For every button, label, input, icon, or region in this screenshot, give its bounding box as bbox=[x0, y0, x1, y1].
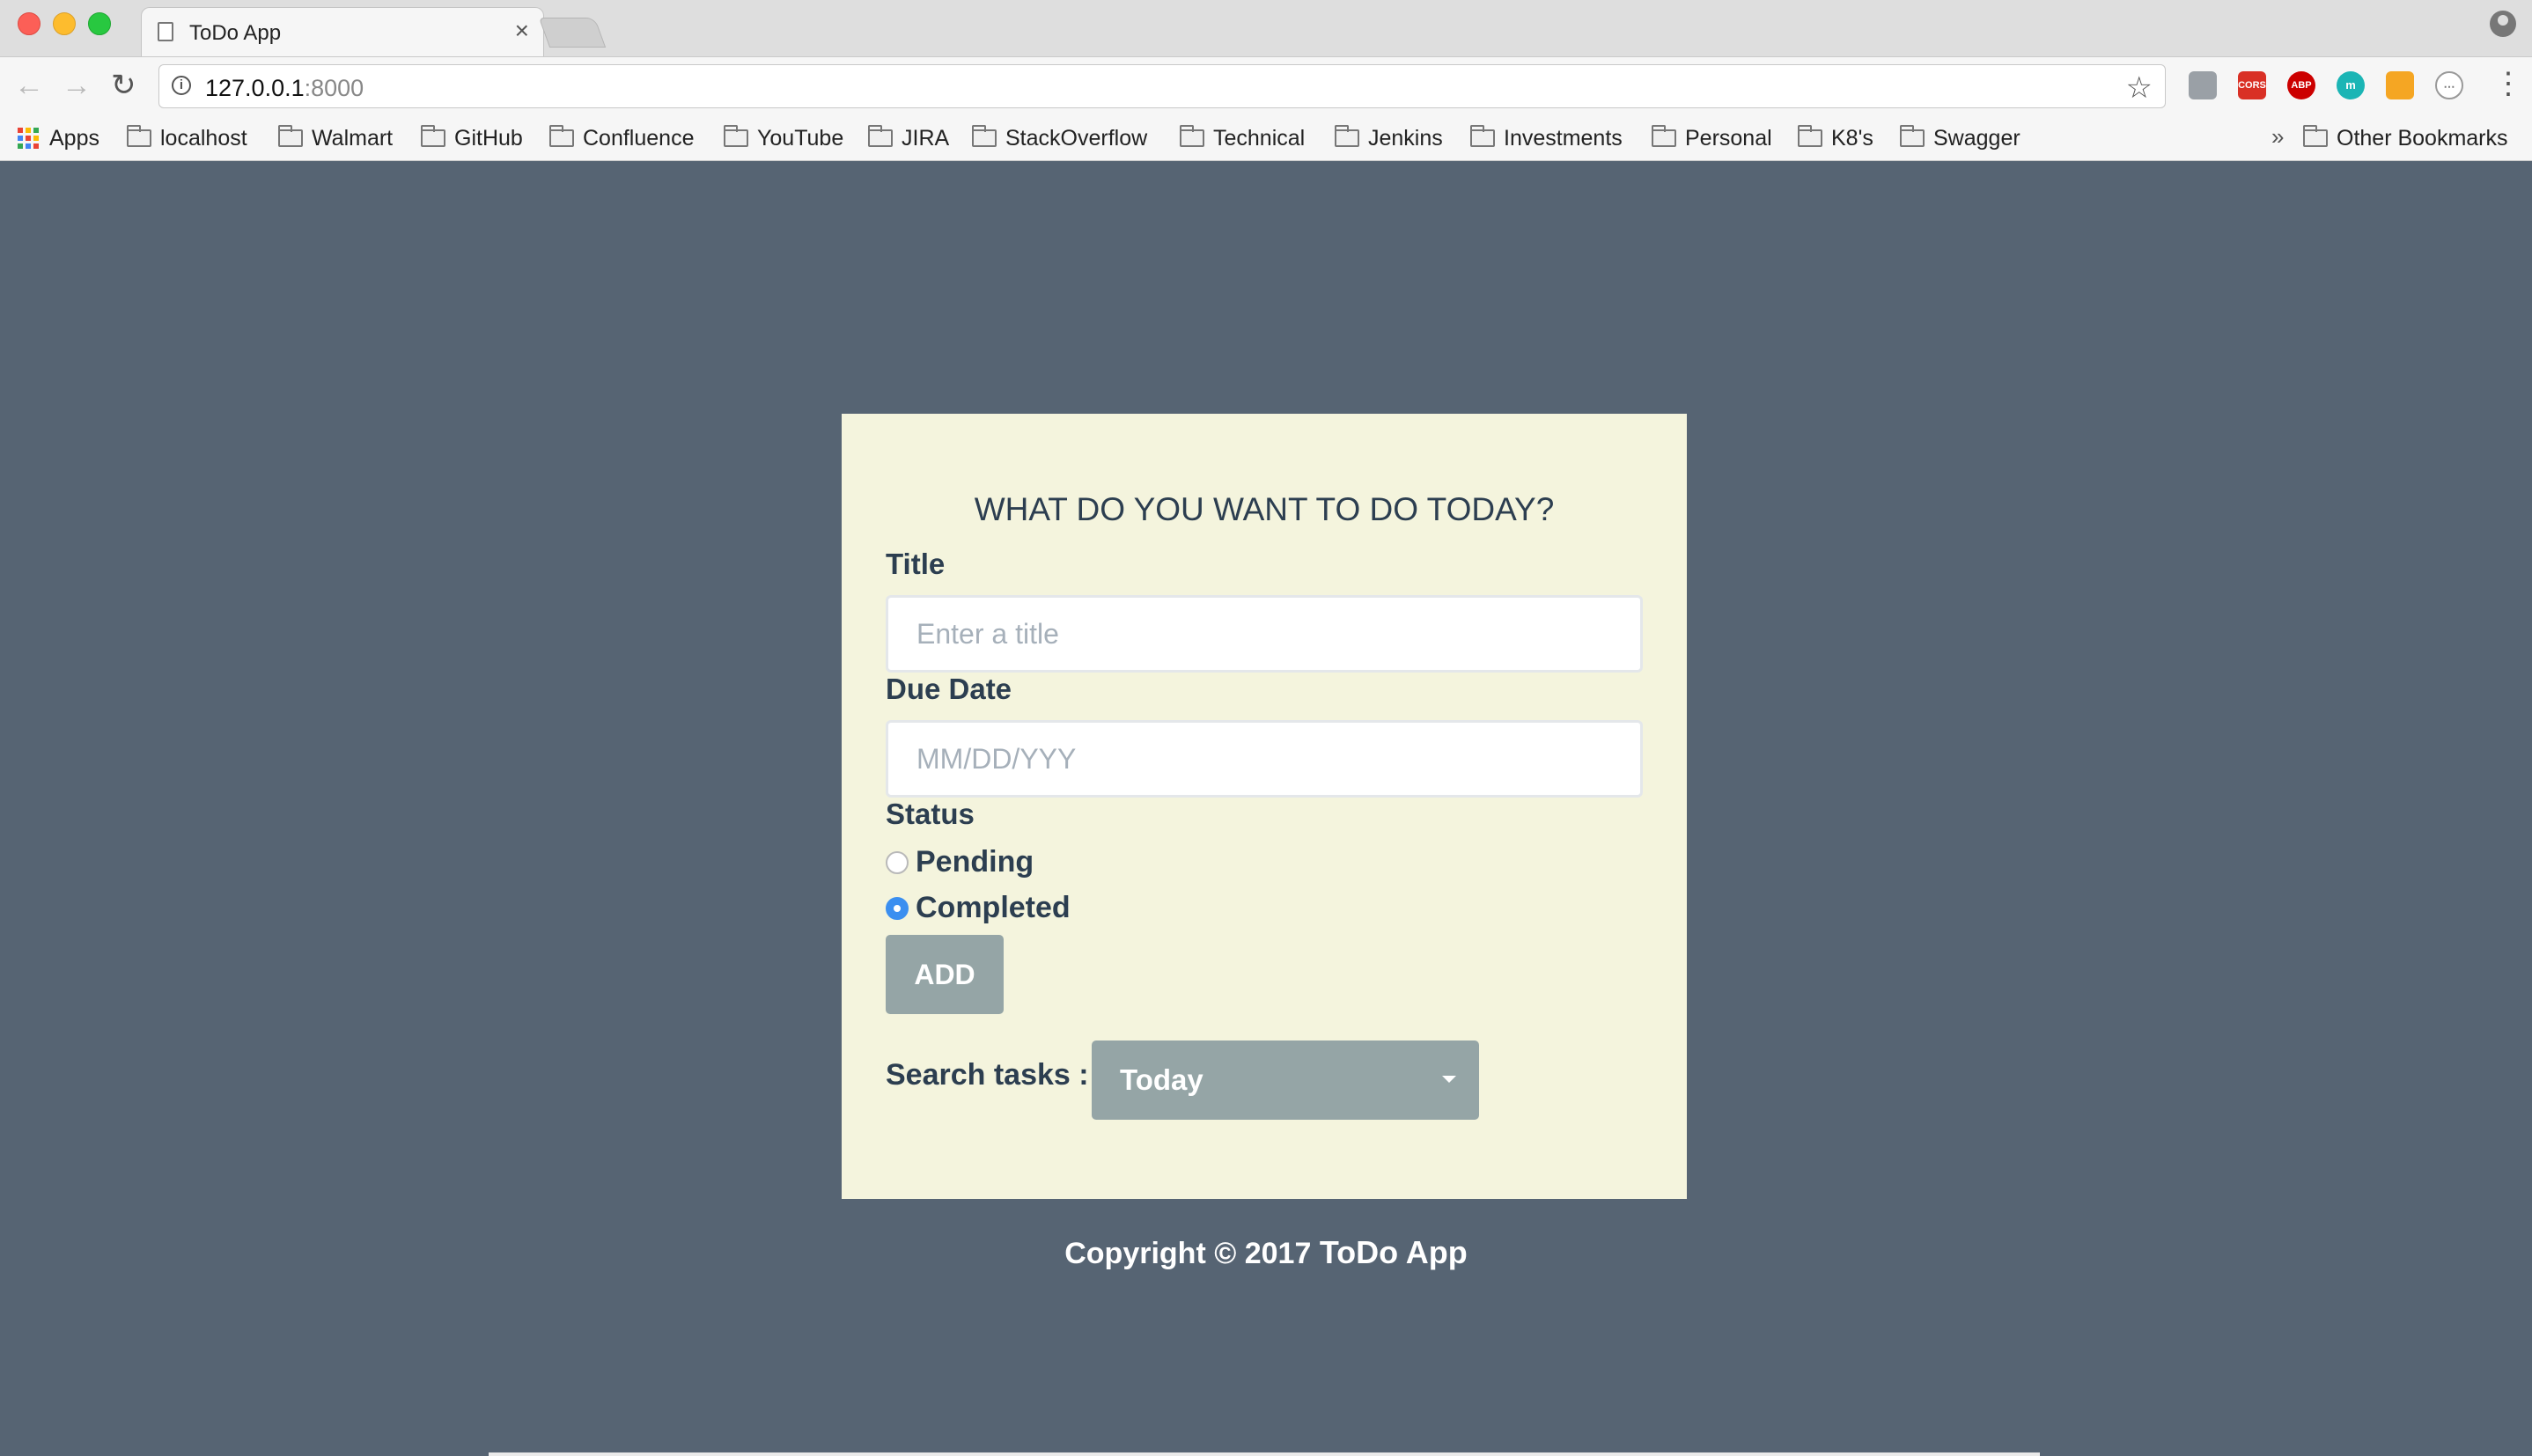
bookmark-localhost[interactable]: localhost bbox=[127, 122, 247, 154]
profile-icon[interactable] bbox=[2490, 11, 2516, 37]
page-icon bbox=[158, 22, 173, 41]
bookmark-technical[interactable]: Technical bbox=[1180, 122, 1305, 154]
bookmark-youtube[interactable]: YouTube bbox=[724, 122, 843, 154]
bookmark-label: Swagger bbox=[1933, 125, 2020, 151]
address-bar[interactable]: i 127.0.0.1:8000 ☆ bbox=[158, 64, 2166, 108]
folder-icon bbox=[868, 125, 893, 147]
bookmark-stackoverflow[interactable]: StackOverflow bbox=[972, 122, 1147, 154]
pending-label: Pending bbox=[916, 845, 1034, 879]
forward-arrow-icon[interactable]: → bbox=[62, 70, 92, 101]
selected-filter: Today bbox=[1120, 1063, 1203, 1096]
url-text: 127.0.0.1:8000 bbox=[205, 75, 364, 102]
folder-icon bbox=[724, 125, 748, 147]
bookmark-label: StackOverflow bbox=[1005, 125, 1148, 151]
browser-titlebar: ToDo App × bbox=[0, 0, 2532, 56]
bookmark-walmart[interactable]: Walmart bbox=[278, 122, 393, 154]
bookmark-label: Technical bbox=[1213, 125, 1306, 151]
status-label: Status bbox=[886, 798, 975, 830]
folder-icon bbox=[1470, 125, 1495, 147]
browser-toolbar: ← → ↻ i 127.0.0.1:8000 ☆ CORS ABP m ⋯ ⋮ bbox=[0, 56, 2532, 117]
bookmark-apps[interactable]: Apps bbox=[18, 122, 99, 154]
search-tasks-label: Search tasks : bbox=[886, 1058, 1089, 1092]
minimize-window-button[interactable] bbox=[53, 12, 76, 35]
bookmark-jenkins[interactable]: Jenkins bbox=[1335, 122, 1443, 154]
bookmark-investments[interactable]: Investments bbox=[1470, 122, 1623, 154]
bookmark-label: Confluence bbox=[583, 125, 695, 151]
bookmark-label: Walmart bbox=[312, 125, 394, 151]
extension-icon-5[interactable] bbox=[2386, 71, 2414, 99]
pending-radio[interactable] bbox=[886, 850, 909, 874]
close-window-button[interactable] bbox=[18, 12, 40, 35]
maximize-window-button[interactable] bbox=[88, 12, 111, 35]
bookmarks-bar: Apps localhost Walmart GitHub Confluence… bbox=[0, 116, 2532, 161]
adblock-extension-icon[interactable]: ABP bbox=[2287, 71, 2315, 99]
todo-form-card: WHAT DO YOU WANT TO DO TODAY? Title Due … bbox=[842, 414, 1687, 1199]
apps-grid-icon bbox=[18, 128, 39, 149]
folder-icon bbox=[1900, 125, 1925, 147]
bookmark-confluence[interactable]: Confluence bbox=[549, 122, 694, 154]
url-port: :8000 bbox=[304, 75, 364, 101]
window-bottom-edge bbox=[489, 1452, 2040, 1456]
extension-icon-4[interactable]: m bbox=[2337, 71, 2365, 99]
completed-radio[interactable] bbox=[886, 896, 909, 920]
title-input[interactable] bbox=[886, 595, 1643, 673]
footer-brand: ToDo App bbox=[1319, 1234, 1468, 1270]
title-label: Title bbox=[886, 548, 946, 580]
folder-icon bbox=[2303, 125, 2328, 147]
copyright-text: Copyright © 2017 bbox=[1064, 1237, 1320, 1270]
folder-icon bbox=[1335, 125, 1359, 147]
bookmark-label: Other Bookmarks bbox=[2337, 125, 2508, 151]
bookmark-swagger[interactable]: Swagger bbox=[1900, 122, 2020, 154]
status-option-completed[interactable]: Completed bbox=[886, 891, 1071, 925]
due-date-input[interactable] bbox=[886, 720, 1643, 798]
reload-icon[interactable]: ↻ bbox=[111, 70, 136, 101]
bookmark-personal[interactable]: Personal bbox=[1652, 122, 1772, 154]
folder-icon bbox=[421, 125, 445, 147]
bookmark-label: K8's bbox=[1831, 125, 1873, 151]
other-bookmarks[interactable]: Other Bookmarks bbox=[2303, 122, 2508, 154]
bookmark-k8s[interactable]: K8's bbox=[1798, 122, 1873, 154]
tab-title: ToDo App bbox=[189, 21, 282, 45]
bookmark-label: Personal bbox=[1685, 125, 1772, 151]
tab-close-icon[interactable]: × bbox=[515, 18, 529, 43]
bookmark-jira[interactable]: JIRA bbox=[868, 122, 949, 154]
add-button[interactable]: ADD bbox=[886, 935, 1004, 1014]
browser-tab-active[interactable]: ToDo App × bbox=[141, 7, 544, 56]
folder-icon bbox=[278, 125, 303, 147]
footer: Copyright © 2017 ToDo App bbox=[0, 1234, 2532, 1271]
bookmark-label: Apps bbox=[49, 125, 99, 151]
folder-icon bbox=[1652, 125, 1676, 147]
bookmark-label: JIRA bbox=[902, 125, 950, 151]
bookmark-github[interactable]: GitHub bbox=[421, 122, 523, 154]
folder-icon bbox=[1798, 125, 1822, 147]
completed-label: Completed bbox=[916, 891, 1071, 924]
status-option-pending[interactable]: Pending bbox=[886, 845, 1034, 879]
cors-extension-icon[interactable]: CORS bbox=[2238, 71, 2266, 99]
back-arrow-icon[interactable]: ← bbox=[14, 70, 44, 101]
bookmark-label: Jenkins bbox=[1368, 125, 1443, 151]
bookmark-label: GitHub bbox=[454, 125, 523, 151]
url-host: 127.0.0.1 bbox=[205, 75, 305, 101]
info-icon[interactable]: i bbox=[172, 76, 191, 95]
folder-icon bbox=[549, 125, 574, 147]
browser-menu-icon[interactable]: ⋮ bbox=[2493, 68, 2523, 99]
bookmark-label: YouTube bbox=[757, 125, 844, 151]
form-heading: WHAT DO YOU WANT TO DO TODAY? bbox=[974, 491, 1555, 527]
folder-icon bbox=[972, 125, 997, 147]
chevron-down-icon bbox=[1442, 1076, 1456, 1083]
extension-icon-6[interactable]: ⋯ bbox=[2435, 71, 2463, 99]
bookmark-label: localhost bbox=[160, 125, 247, 151]
new-tab-button[interactable] bbox=[538, 18, 607, 48]
extension-icon-1[interactable] bbox=[2189, 71, 2217, 99]
due-date-label: Due Date bbox=[886, 673, 1012, 705]
bookmark-star-icon[interactable]: ☆ bbox=[2126, 70, 2153, 106]
search-tasks-select[interactable]: Today bbox=[1092, 1041, 1479, 1120]
bookmark-label: Investments bbox=[1504, 125, 1623, 151]
folder-icon bbox=[1180, 125, 1204, 147]
bookmarks-overflow-icon[interactable]: » bbox=[2271, 123, 2284, 151]
folder-icon bbox=[127, 125, 151, 147]
